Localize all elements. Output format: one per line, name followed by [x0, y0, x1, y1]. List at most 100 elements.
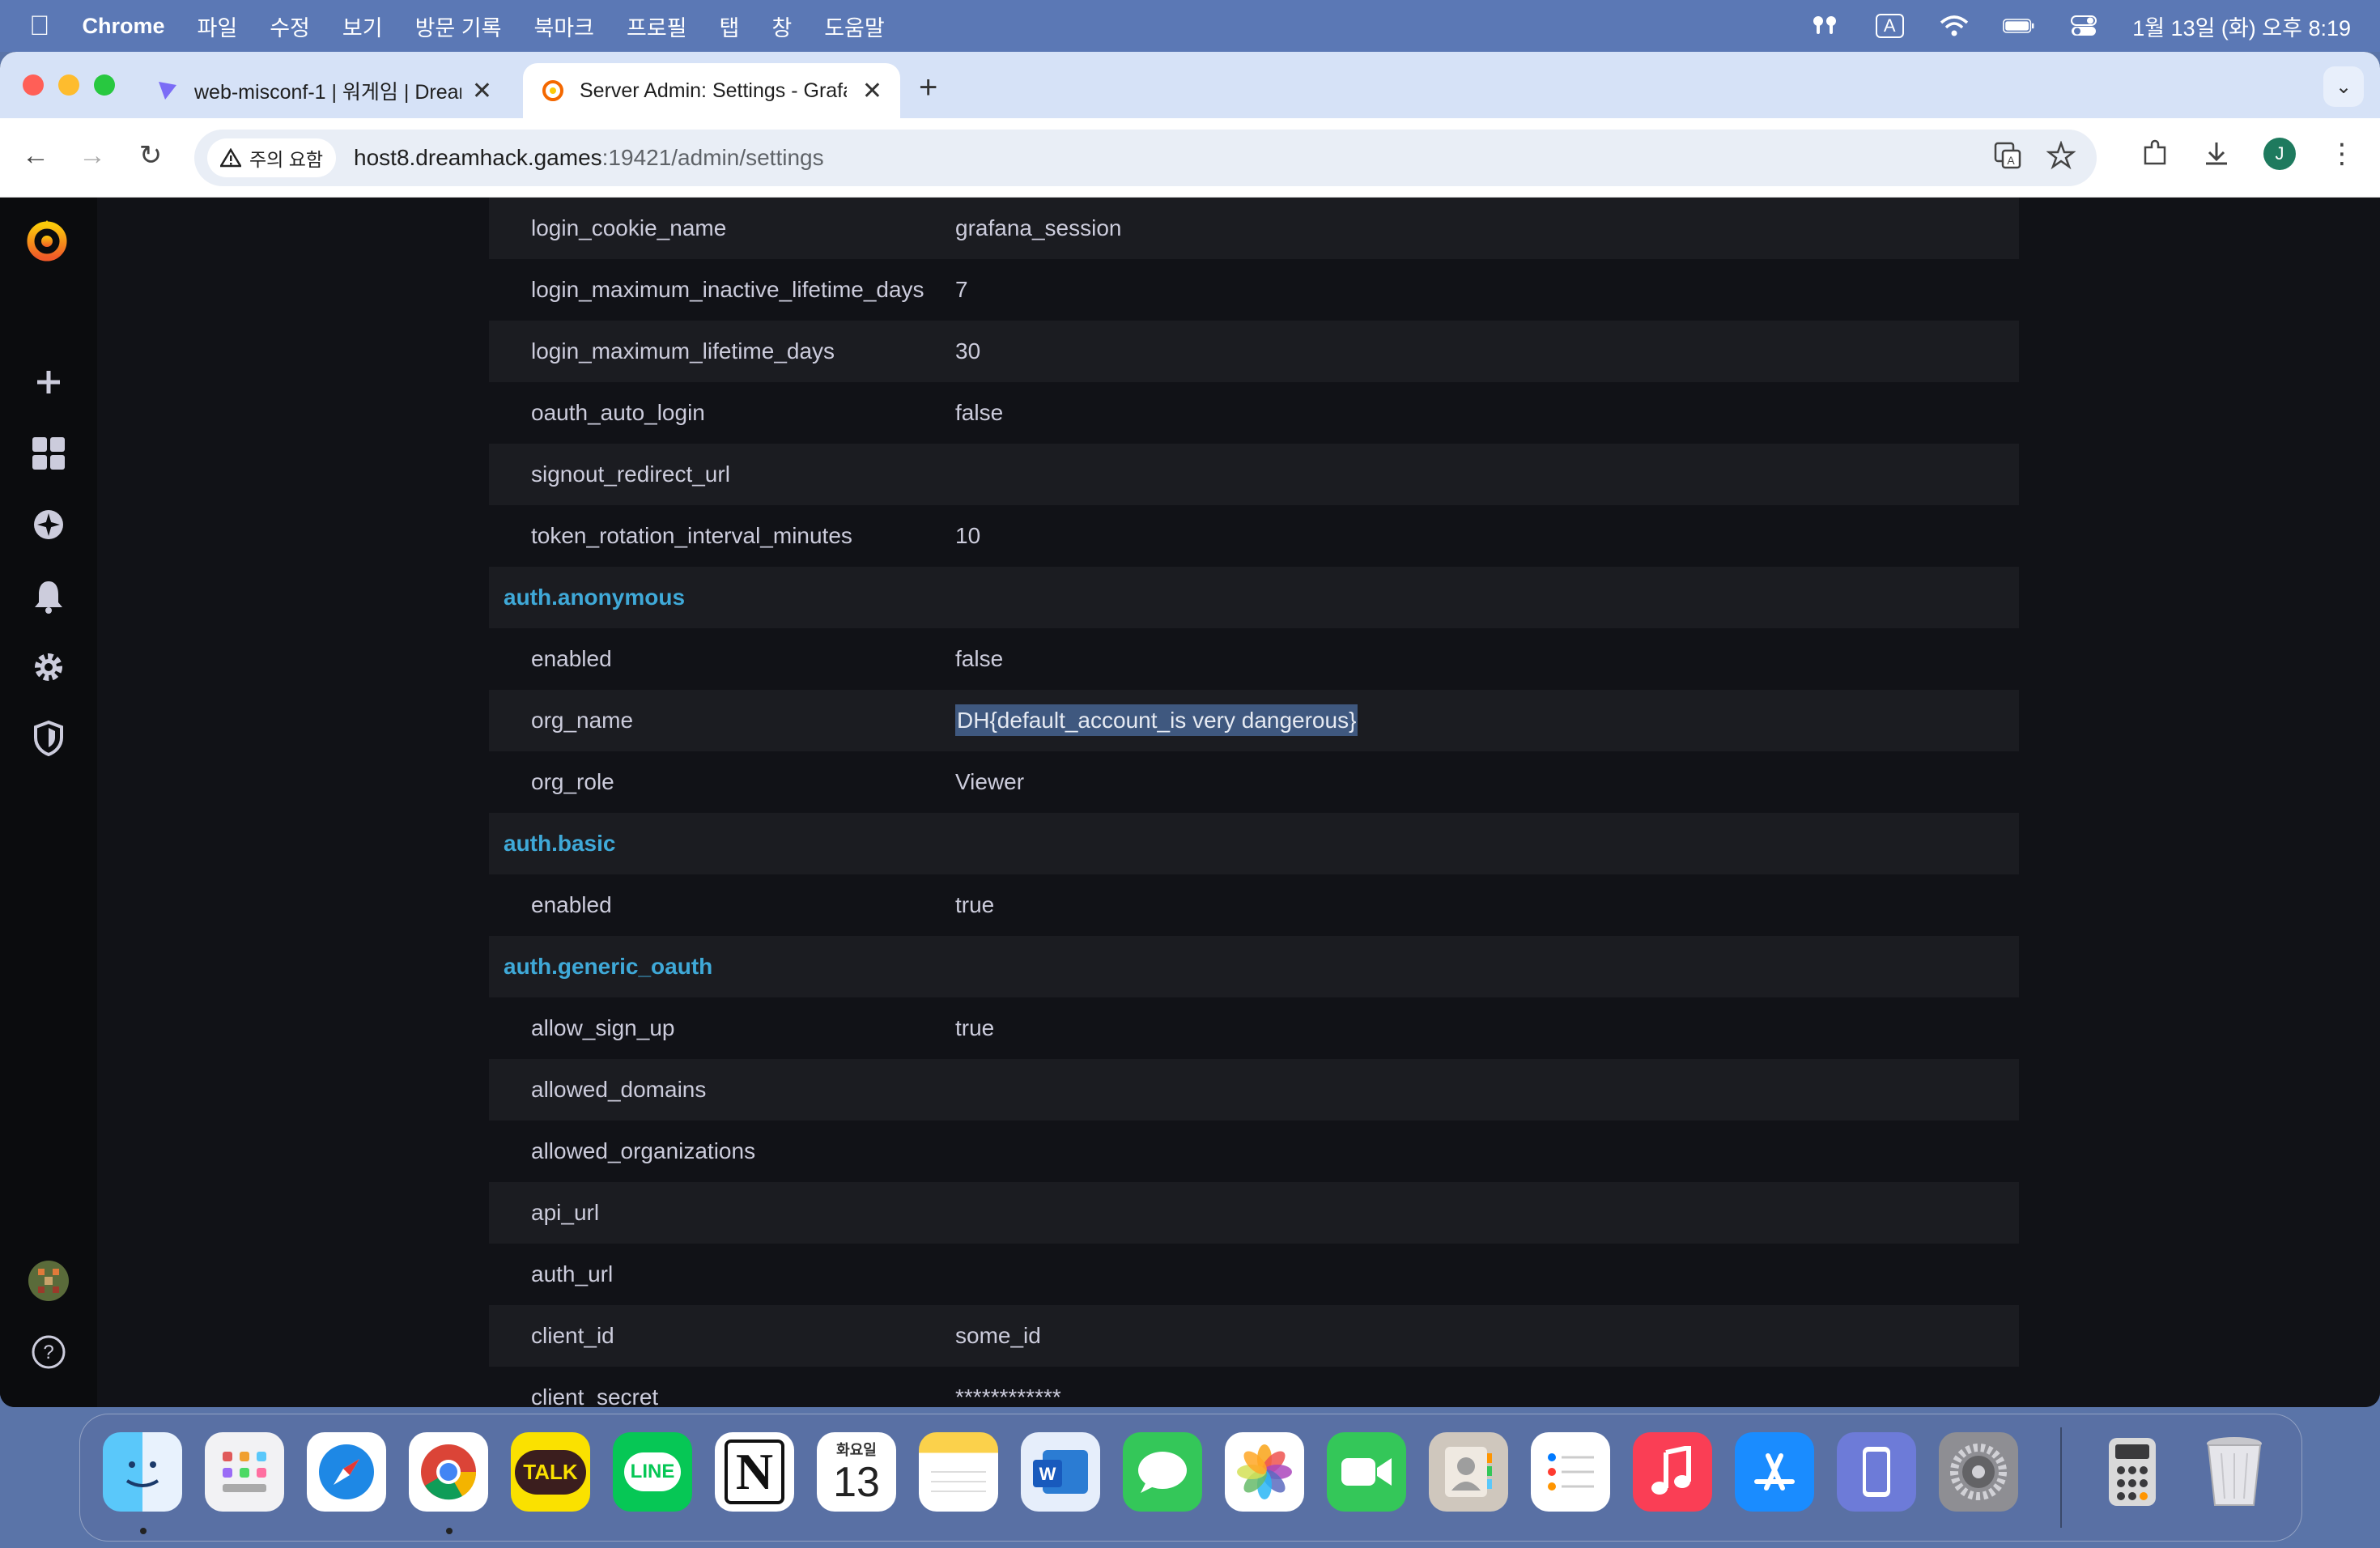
input-source-label: A — [1875, 14, 1904, 38]
reminders-icon[interactable] — [1531, 1432, 1610, 1512]
photos-icon[interactable] — [1225, 1432, 1304, 1512]
calendar-icon[interactable]: 화요일 13 — [817, 1432, 896, 1512]
macos-menubar:  Chrome 파일 수정 보기 방문 기록 북마크 프로필 탭 창 도움말 … — [0, 0, 2380, 52]
configuration-gear-icon[interactable] — [28, 646, 70, 688]
svg-text:?: ? — [43, 1342, 53, 1363]
messages-icon[interactable] — [1123, 1432, 1202, 1512]
menu-view[interactable]: 보기 — [342, 11, 383, 42]
explore-compass-icon[interactable] — [28, 504, 70, 546]
setting-value-text: grafana_session — [955, 215, 1122, 240]
forward-arrow-icon[interactable]: → — [74, 138, 110, 173]
setting-key: enabled — [531, 646, 612, 671]
settings-row: allowed_organizations — [489, 1121, 2019, 1182]
running-indicator — [446, 1528, 453, 1534]
minimize-window-button[interactable] — [58, 74, 79, 96]
chrome-icon[interactable] — [409, 1432, 488, 1512]
settings-row: login_maximum_inactive_lifetime_days 7 — [489, 259, 2019, 321]
setting-key: client_secret — [531, 1384, 659, 1407]
setting-value: grafana_session — [955, 215, 2019, 241]
iphone-mirroring-icon[interactable] — [1837, 1432, 1916, 1512]
settings-table: login_cookie_name grafana_session login_ma… — [489, 198, 2019, 1407]
settings-row: org_name DH{default_account_is very dange… — [489, 690, 2019, 751]
setting-value-text: true — [955, 892, 995, 917]
url-path: :19421/admin/settings — [601, 145, 824, 170]
back-arrow-icon[interactable]: ← — [18, 138, 53, 173]
menu-help[interactable]: 도움말 — [824, 11, 885, 42]
setting-value: some_id — [955, 1323, 2019, 1349]
menubar-app-name[interactable]: Chrome — [83, 14, 165, 39]
tab-search-chevron-icon[interactable]: ⌄ — [2323, 66, 2364, 107]
safari-icon[interactable] — [307, 1432, 386, 1512]
setting-value-text: false — [955, 400, 1004, 425]
security-warning-chip[interactable]: 주의 요함 — [207, 138, 337, 177]
download-icon[interactable] — [2202, 139, 2231, 168]
grafana-logo-icon[interactable] — [23, 215, 71, 264]
settings-row: enabled true — [489, 874, 2019, 936]
music-icon[interactable] — [1633, 1432, 1712, 1512]
menu-window[interactable]: 창 — [771, 11, 792, 42]
translate-icon[interactable]: A — [1993, 141, 2022, 170]
menu-profiles[interactable]: 프로필 — [627, 11, 687, 42]
bookmark-star-icon[interactable] — [2046, 141, 2076, 170]
server-admin-shield-icon[interactable] — [28, 717, 70, 759]
setting-key: org_name — [531, 708, 634, 733]
settings-row: allow_sign_up true — [489, 997, 2019, 1059]
word-icon[interactable]: W — [1021, 1432, 1100, 1512]
extensions-icon[interactable] — [2140, 139, 2170, 168]
finder-icon[interactable] — [103, 1432, 182, 1512]
menu-file[interactable]: 파일 — [198, 11, 238, 42]
tab-grafana-settings[interactable]: Server Admin: Settings - Grafana ✕ — [523, 63, 900, 118]
dashboards-icon[interactable] — [28, 432, 70, 474]
url-text[interactable]: host8.dreamhack.games:19421/admin/settin… — [354, 145, 824, 171]
apple-icon[interactable]:  — [29, 11, 50, 42]
menu-tab[interactable]: 탭 — [720, 11, 740, 42]
setting-value-text: 7 — [955, 277, 968, 302]
close-tab-icon[interactable]: ✕ — [862, 77, 882, 105]
launchpad-icon[interactable] — [205, 1432, 284, 1512]
zoom-window-button[interactable] — [94, 74, 115, 96]
reload-icon[interactable]: ↻ — [133, 138, 168, 173]
app-store-icon[interactable] — [1735, 1432, 1814, 1512]
settings-row: auth_url — [489, 1244, 2019, 1305]
notion-icon[interactable]: N — [715, 1432, 794, 1512]
menu-history[interactable]: 방문 기록 — [415, 11, 502, 42]
trash-icon[interactable] — [2195, 1432, 2274, 1512]
setting-key: oauth_auto_login — [531, 400, 705, 425]
close-window-button[interactable] — [23, 74, 44, 96]
wifi-icon[interactable] — [1938, 14, 1970, 38]
menubar-clock[interactable]: 1월 13일 (화) 오후 8:19 — [2132, 11, 2351, 42]
more-menu-icon[interactable]: ⋮ — [2328, 138, 2356, 170]
settings-row: org_role Viewer — [489, 751, 2019, 813]
alerting-bell-icon[interactable] — [28, 575, 70, 617]
facetime-icon[interactable] — [1327, 1432, 1406, 1512]
setting-value-text: false — [955, 646, 1004, 671]
menu-bookmarks[interactable]: 북마크 — [533, 11, 594, 42]
url-host: host8.dreamhack.games — [354, 145, 602, 170]
address-bar[interactable]: 주의 요함 host8.dreamhack.games:19421/admin/… — [194, 130, 2097, 186]
system-settings-icon[interactable] — [1939, 1432, 2018, 1512]
warning-triangle-icon — [220, 148, 241, 168]
control-center-icon[interactable] — [2068, 14, 2100, 38]
airpods-icon[interactable] — [1808, 14, 1841, 38]
settings-row: login_maximum_lifetime_days 30 — [489, 321, 2019, 382]
menu-edit[interactable]: 수정 — [270, 11, 310, 42]
svg-text:A: A — [2007, 154, 2015, 167]
profile-avatar[interactable]: J — [2263, 138, 2296, 170]
line-icon[interactable]: LINE — [613, 1432, 692, 1512]
help-question-icon[interactable]: ? — [28, 1331, 70, 1373]
input-source-icon[interactable]: A — [1873, 14, 1906, 38]
contacts-icon[interactable] — [1429, 1432, 1508, 1512]
settings-row: api_url — [489, 1182, 2019, 1244]
battery-icon[interactable] — [2003, 14, 2035, 38]
new-tab-icon[interactable]: + — [919, 70, 937, 106]
settings-row: client_secret ************ — [489, 1367, 2019, 1407]
tab-dreamhack[interactable]: web-misconf-1 | 워게임 | Dreamhack ✕ — [138, 63, 510, 118]
create-plus-icon[interactable] — [28, 361, 70, 403]
setting-key: token_rotation_interval_minutes — [531, 523, 852, 548]
kakaotalk-icon[interactable]: TALK — [511, 1432, 590, 1512]
close-tab-icon[interactable]: ✕ — [472, 77, 492, 105]
setting-value: 7 — [955, 277, 2019, 303]
user-avatar[interactable] — [28, 1260, 70, 1302]
notes-icon[interactable] — [919, 1432, 998, 1512]
calculator-icon[interactable] — [2093, 1432, 2172, 1512]
